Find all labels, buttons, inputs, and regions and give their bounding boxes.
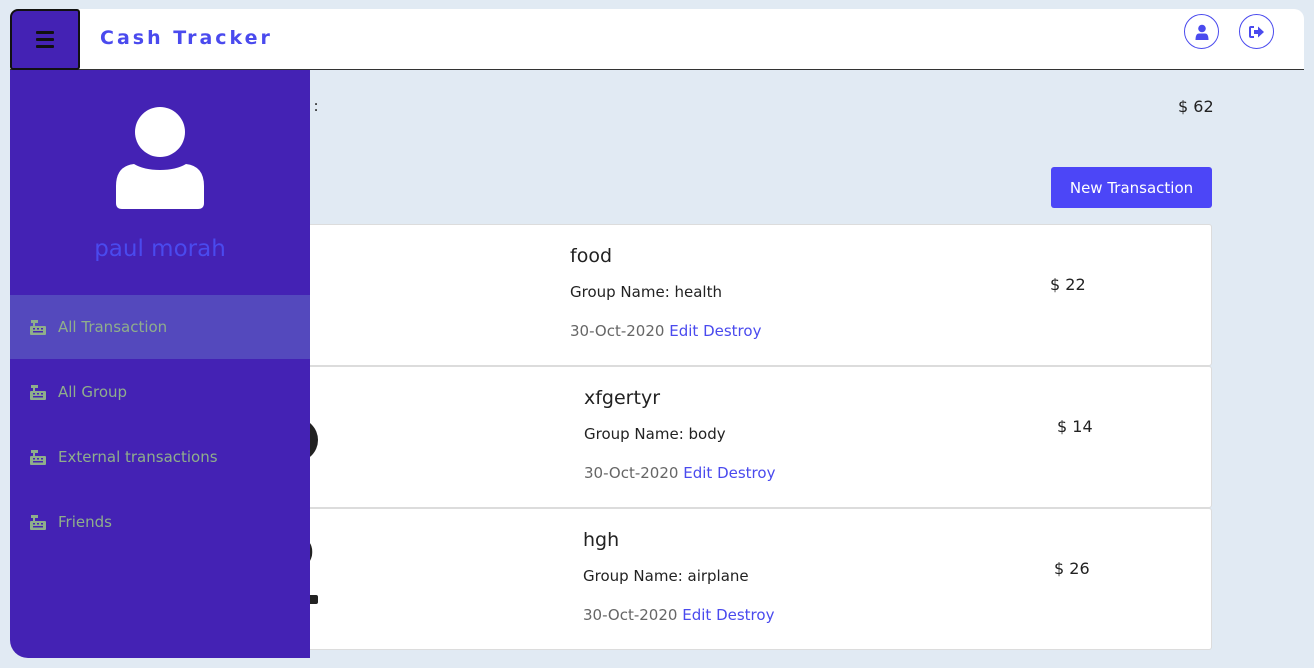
- sidebar-item-label: All Transaction: [58, 318, 168, 336]
- transaction-amount: $ 26: [1054, 559, 1090, 578]
- transaction-title: xfgertyr: [584, 387, 660, 409]
- sidebar-item-external-transactions[interactable]: External transactions: [10, 425, 310, 489]
- transaction-amount: $ 14: [1057, 417, 1093, 436]
- transaction-date: 30-Oct-2020: [583, 606, 678, 624]
- cash-register-icon: [30, 449, 46, 465]
- navbar: Cash Tracker: [10, 9, 1304, 70]
- transaction-group: Group Name: body: [584, 425, 726, 443]
- edit-link[interactable]: Edit: [669, 322, 698, 340]
- hamburger-icon: [36, 31, 54, 48]
- cash-register-icon: [30, 319, 46, 335]
- sidebar-item-label: All Group: [58, 383, 128, 401]
- transaction-amount: $ 22: [1050, 275, 1086, 294]
- avatar: [114, 106, 206, 214]
- cash-register-icon: [30, 384, 46, 400]
- transaction-card: xfgertyr Group Name: body 30-Oct-2020 Ed…: [295, 366, 1212, 508]
- profile-button[interactable]: [1184, 14, 1219, 49]
- sidebar-item-label: Friends: [58, 513, 112, 531]
- logout-button[interactable]: [1239, 14, 1274, 49]
- destroy-link[interactable]: Destroy: [703, 322, 761, 340]
- new-transaction-button[interactable]: New Transaction: [1051, 167, 1212, 208]
- edit-link[interactable]: Edit: [682, 606, 711, 624]
- transaction-date: 30-Oct-2020: [584, 464, 679, 482]
- transaction-meta: 30-Oct-2020 Edit Destroy: [583, 606, 774, 624]
- transaction-card: food Group Name: health 30-Oct-2020 Edit…: [295, 224, 1212, 366]
- transaction-title: hgh: [583, 529, 620, 551]
- sidebar-username: paul morah: [94, 236, 226, 262]
- sidebar: paul morah All Transaction All Group Ext…: [10, 70, 310, 658]
- user-icon: [1195, 24, 1208, 40]
- transaction-group: Group Name: health: [570, 283, 722, 301]
- sidebar-item-friends[interactable]: Friends: [10, 490, 310, 554]
- transaction-group: Group Name: airplane: [583, 567, 749, 585]
- sidebar-item-all-transaction[interactable]: All Transaction: [10, 295, 310, 359]
- cash-register-icon: [30, 514, 46, 530]
- user-icon: [116, 107, 204, 209]
- sidebar-item-label: External transactions: [58, 448, 218, 466]
- transaction-card: hgh Group Name: airplane 30-Oct-2020 Edi…: [295, 508, 1212, 650]
- transaction-date: 30-Oct-2020: [570, 322, 665, 340]
- menu-toggle-button[interactable]: [10, 9, 80, 70]
- transaction-meta: 30-Oct-2020 Edit Destroy: [584, 464, 775, 482]
- sign-out-icon: [1248, 25, 1264, 38]
- sidebar-item-all-group[interactable]: All Group: [10, 360, 310, 424]
- destroy-link[interactable]: Destroy: [716, 606, 774, 624]
- brand-title[interactable]: Cash Tracker: [100, 27, 273, 49]
- transaction-title: food: [570, 245, 612, 267]
- destroy-link[interactable]: Destroy: [717, 464, 775, 482]
- total-value: $ 62: [1178, 97, 1214, 116]
- edit-link[interactable]: Edit: [683, 464, 712, 482]
- transaction-meta: 30-Oct-2020 Edit Destroy: [570, 322, 761, 340]
